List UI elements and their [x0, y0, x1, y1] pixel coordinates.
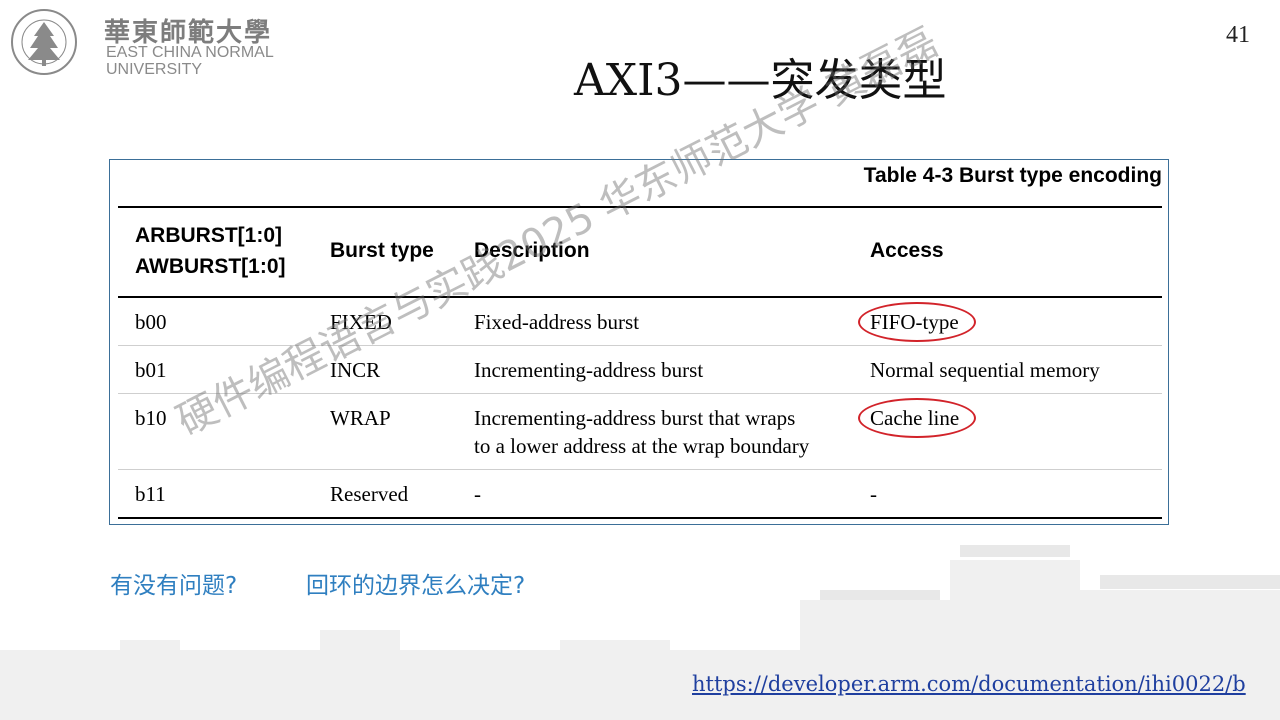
logo-english-line1: EAST CHINA NORMAL	[106, 44, 274, 61]
logo-english-name: EAST CHINA NORMAL UNIVERSITY	[106, 44, 274, 78]
row3-description-line2: to a lower address at the wrap boundary	[474, 434, 810, 458]
header-description: Description	[474, 239, 590, 262]
row-divider	[118, 345, 1162, 346]
page-number: 41	[1226, 22, 1250, 48]
fifo-type-highlight-circle	[858, 302, 976, 342]
row4-burst-type: Reserved	[330, 482, 409, 506]
header-burst-type: Burst type	[330, 239, 434, 262]
table-bottom-rule	[118, 517, 1162, 519]
row1-burst-type: FIXED	[330, 310, 392, 334]
row2-description: Incrementing-address burst	[474, 358, 704, 382]
row-divider	[118, 469, 1162, 470]
row2-burst-type: INCR	[330, 358, 381, 382]
slide-title: AXI3——突发类型	[574, 55, 947, 106]
question-any-questions: 有没有问题?	[110, 573, 238, 599]
row2-access: Normal sequential memory	[870, 358, 1100, 382]
logo-english-line2: UNIVERSITY	[106, 61, 203, 78]
row4-access: -	[870, 482, 877, 506]
row1-encoding: b00	[135, 310, 167, 334]
row3-description: Incrementing-address burst that wraps to…	[474, 404, 809, 460]
row-divider	[118, 393, 1162, 394]
row1-description: Fixed-address burst	[474, 310, 640, 334]
row2-encoding: b01	[135, 358, 167, 382]
burst-type-table-figure: Table 4-3 Burst type encoding ARBURST[1:…	[109, 159, 1169, 525]
row3-burst-type: WRAP	[330, 406, 391, 430]
header-encoding-line2: AWBURST[1:0]	[135, 255, 286, 278]
cache-line-highlight-circle	[858, 398, 976, 438]
question-wrap-boundary: 回环的边界怎么决定?	[306, 573, 526, 599]
reference-link[interactable]: https://developer.arm.com/documentation/…	[692, 672, 1246, 696]
row3-encoding: b10	[135, 406, 167, 430]
header-access: Access	[870, 239, 944, 262]
row4-encoding: b11	[135, 482, 166, 506]
header-encoding: ARBURST[1:0] AWBURST[1:0]	[135, 220, 286, 282]
header-encoding-line1: ARBURST[1:0]	[135, 224, 282, 247]
header-bottom-rule	[118, 296, 1162, 298]
university-logo: 華東師範大學 EAST CHINA NORMAL UNIVERSITY	[8, 6, 298, 78]
row4-description: -	[474, 482, 481, 506]
table-top-rule	[118, 206, 1162, 208]
row3-description-line1: Incrementing-address burst that wraps	[474, 406, 796, 430]
university-emblem-icon	[11, 9, 77, 75]
table-caption: Table 4-3 Burst type encoding	[863, 164, 1162, 187]
